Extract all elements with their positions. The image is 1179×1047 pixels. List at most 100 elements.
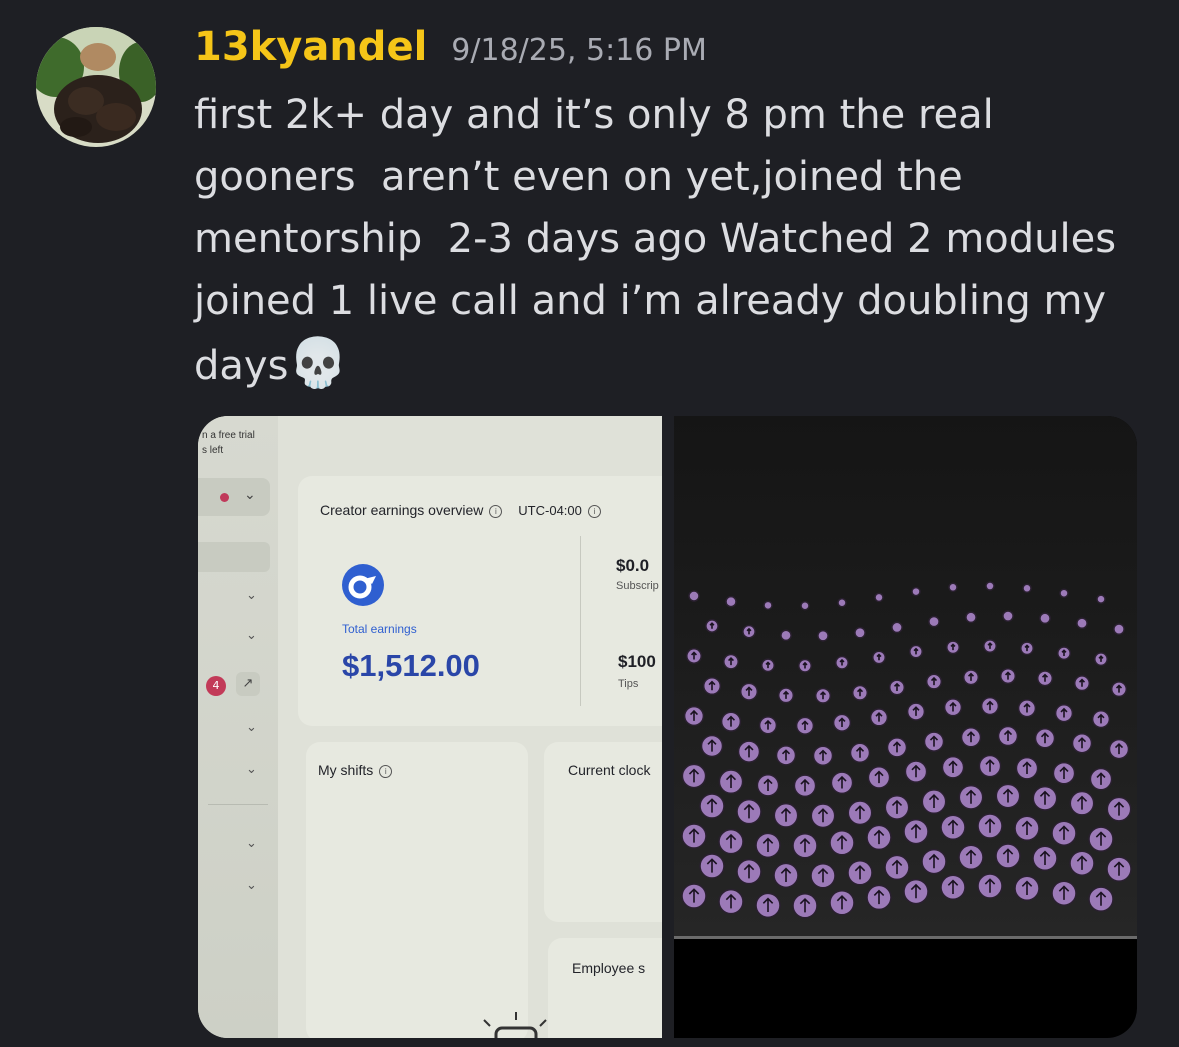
arrow-bubble-icon xyxy=(835,655,849,670)
arrow-bubble-icon xyxy=(1088,886,1114,912)
my-shifts-title: My shifts i xyxy=(318,762,393,778)
timestamp[interactable]: 9/18/25, 5:16 PM xyxy=(451,33,707,68)
arrow-bubble-icon xyxy=(792,892,818,919)
arrow-bubble-icon xyxy=(985,581,995,591)
arrow-bubble-icon xyxy=(869,708,889,727)
arrow-bubble-icon xyxy=(903,818,929,845)
attachment-image-bubbles[interactable] xyxy=(674,416,1137,1038)
arrow-bubble-icon xyxy=(798,658,812,673)
arrow-bubble-icon xyxy=(810,803,836,829)
arrow-bubble-icon xyxy=(980,696,1000,716)
arrow-bubble-icon xyxy=(686,648,702,664)
earnings-title: Creator earnings overview i UTC-04:00 i xyxy=(320,502,601,518)
arrow-bubble-icon xyxy=(941,755,965,779)
arrow-bubble-icon xyxy=(1069,850,1095,876)
arrow-bubble-icon xyxy=(847,800,873,826)
arrow-bubble-icon xyxy=(1088,826,1114,852)
skull-emoji: 💀 xyxy=(288,335,349,391)
status-dot xyxy=(220,493,229,502)
arrow-bubble-icon xyxy=(888,679,906,696)
arrow-bubble-icon xyxy=(1017,699,1037,718)
arrow-bubble-icon xyxy=(1091,709,1111,729)
arrow-bubble-icon xyxy=(681,763,707,789)
arrow-bubble-icon xyxy=(1054,704,1074,723)
arrow-bubble-icon xyxy=(925,673,943,690)
arrow-bubble-icon xyxy=(780,629,792,642)
my-shifts-card: My shifts i xyxy=(306,742,547,1038)
arrow-bubble-icon xyxy=(921,789,947,815)
sidebar-search-bar xyxy=(198,542,270,572)
arrow-bubble-icon xyxy=(763,600,773,611)
arrow-bubble-icon xyxy=(886,737,908,758)
arrow-bubble-icon xyxy=(720,711,742,732)
arrow-bubble-icon xyxy=(995,783,1021,809)
employee-card: Employee s xyxy=(548,938,662,1038)
arrow-bubble-icon xyxy=(705,619,719,633)
chevron-down-icon: ⌄ xyxy=(246,628,257,643)
avatar[interactable] xyxy=(36,27,156,147)
arrow-bubble-icon xyxy=(1094,652,1108,667)
arrow-bubble-icon xyxy=(923,731,945,752)
message-content: first 2k+ day and it’s only 8 pm the rea… xyxy=(194,84,1144,397)
arrow-bubble-icon xyxy=(851,684,869,701)
card-divider xyxy=(580,536,581,706)
arrow-bubble-icon xyxy=(962,669,980,686)
arrow-bubble-icon xyxy=(837,598,847,608)
arrow-bubble-icon xyxy=(995,843,1021,869)
arrow-bubble-icon xyxy=(832,713,852,732)
arrow-bubble-icon xyxy=(758,716,778,735)
info-icon: i xyxy=(489,504,503,518)
discord-message: 13kyandel 9/18/25, 5:16 PM first 2k+ day… xyxy=(0,0,1179,1047)
arrow-bubble-icon xyxy=(814,687,832,704)
arrow-bubble-icon xyxy=(978,754,1002,778)
total-earnings-value: $1,512.00 xyxy=(342,648,480,683)
arrow-bubble-icon xyxy=(940,814,966,841)
arrow-bubble-icon xyxy=(699,793,725,819)
chevron-down-icon: ⌄ xyxy=(246,588,257,603)
arrow-bubble-icon xyxy=(946,640,960,655)
arrow-bubble-icon xyxy=(718,888,744,915)
message-header: 13kyandel 9/18/25, 5:16 PM xyxy=(194,24,707,70)
arrow-bubble-icon xyxy=(943,698,963,717)
arrow-bubble-icon xyxy=(1034,728,1056,749)
arrow-bubble-icon xyxy=(1108,738,1130,760)
notification-badge: 4 xyxy=(206,676,226,696)
arrow-bubble-icon xyxy=(1106,856,1132,882)
trial-line-1: n a free trial xyxy=(202,430,255,441)
arrow-bubble-icon xyxy=(681,883,707,909)
arrow-bubble-icon xyxy=(795,716,815,735)
employee-title: Employee s xyxy=(572,960,646,976)
info-icon: i xyxy=(379,764,393,778)
arrow-bubble-icon xyxy=(775,745,797,766)
arrow-bubble-icon xyxy=(940,874,966,901)
arrow-bubble-icon xyxy=(884,794,910,820)
info-icon: i xyxy=(587,504,601,518)
arrow-bubble-icon xyxy=(1014,815,1040,842)
arrow-bubble-icon xyxy=(948,582,958,593)
arrow-bubble-icon xyxy=(854,626,866,639)
arrow-bubble-icon xyxy=(1022,583,1032,594)
arrow-bubble-icon xyxy=(718,769,744,794)
arrow-bubble-icon xyxy=(1032,785,1058,811)
arrow-bubble-icon xyxy=(997,725,1019,747)
arrow-bubble-icon xyxy=(736,858,762,885)
arrow-bubble-icon xyxy=(700,734,724,758)
arrow-bubble-icon xyxy=(688,590,700,602)
arrow-bubble-icon xyxy=(702,676,722,696)
tips-value: $100 xyxy=(618,652,656,671)
current-clock-card: Current clock xyxy=(544,742,662,922)
arrow-bubble-icon xyxy=(683,705,705,727)
arrow-bubble-icon xyxy=(736,798,762,825)
username[interactable]: 13kyandel xyxy=(194,24,427,70)
arrow-bubble-icon xyxy=(800,600,810,611)
arrow-bubble-icon xyxy=(742,624,756,639)
arrow-bubble-icon xyxy=(1015,756,1039,780)
attachment-image-dashboard[interactable]: n a free trial s left ⌄ ⌄ ⌄ 4 ↗ ⌄ ⌄ ⌄ ⌄ … xyxy=(198,416,662,1038)
subscriptions-label: Subscrip xyxy=(616,580,659,592)
chevron-down-icon: ⌄ xyxy=(246,762,257,777)
arrow-bubble-icon xyxy=(965,611,977,624)
arrow-bubble-icon xyxy=(1051,880,1077,906)
arrow-bubble-icon xyxy=(756,773,780,797)
arrow-bubble-icon xyxy=(983,639,997,653)
arrow-bubble-icon xyxy=(1073,675,1091,692)
